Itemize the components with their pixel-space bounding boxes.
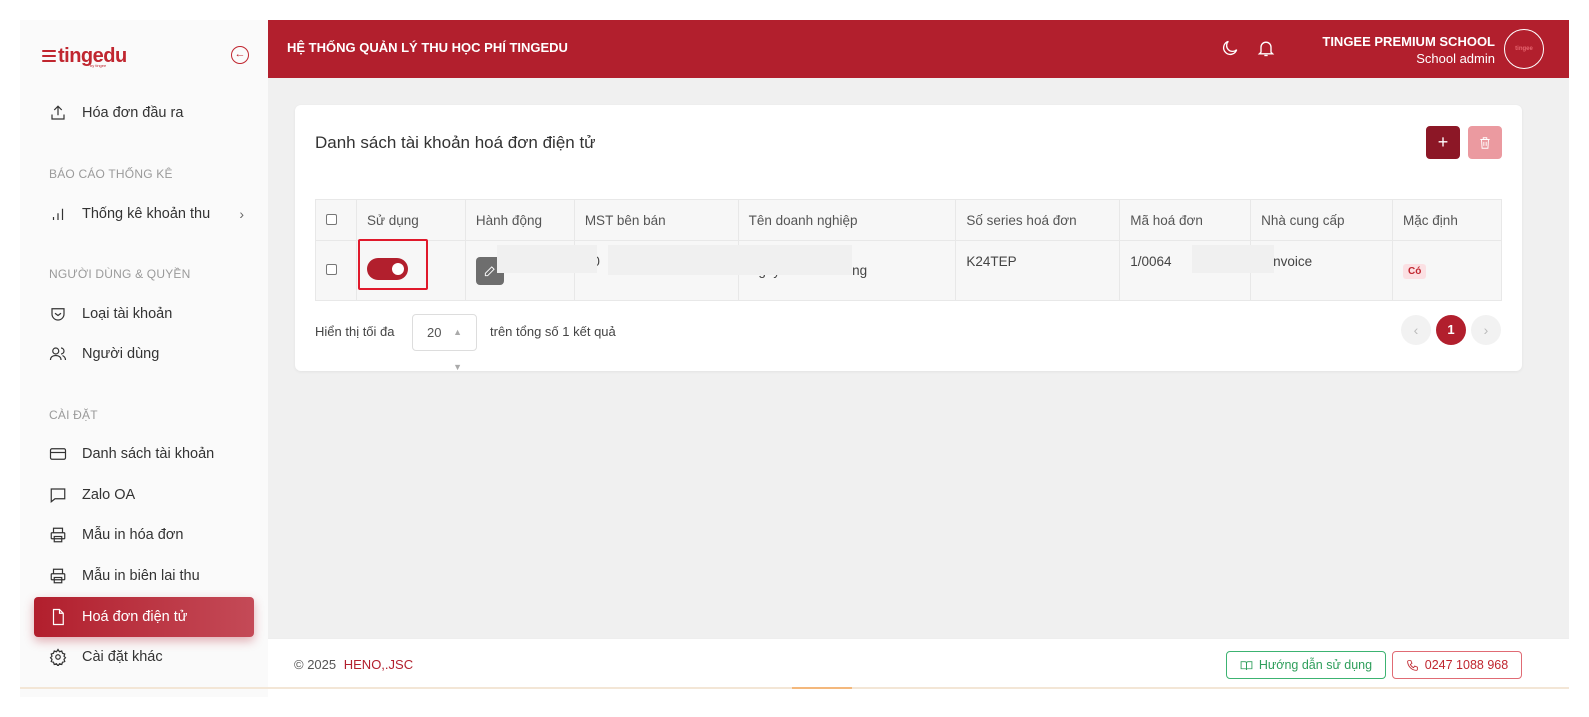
column-header-company-name[interactable]: Tên doanh nghiệp [737, 199, 957, 241]
sidebar-item-revenue-stats[interactable]: Thống kê khoản thu › [34, 195, 254, 233]
chevron-right-icon: › [239, 206, 244, 222]
logo-sub: by tingee [90, 63, 107, 68]
copyright: © 2025 HENO,.JSC [294, 657, 413, 672]
row-checkbox[interactable] [326, 264, 337, 275]
edit-icon [484, 265, 495, 276]
sidebar-item-label: Mẫu in biên lai thu [82, 568, 200, 584]
sidebar-item-label: Người dùng [82, 346, 160, 362]
sidebar-item-label: Mẫu in hóa đơn [82, 527, 184, 543]
total-results-text: trên tổng số 1 kết quả [490, 324, 616, 339]
page-title: Danh sách tài khoản hoá đơn điện tử [315, 133, 596, 152]
bottom-accent [792, 687, 852, 689]
avatar-logo: tingee [1515, 46, 1533, 52]
sidebar-item-label: Thống kê khoản thu [82, 206, 211, 222]
user-guide-label: Hướng dẫn sử dụng [1258, 658, 1373, 672]
collapse-sidebar-icon[interactable]: ← [231, 46, 249, 64]
company-link[interactable]: HENO,.JSC [344, 657, 413, 672]
sidebar: tingedu by tingee ← Hóa đơn đầu ra BÁO C… [20, 20, 268, 697]
sidebar-item-label: Cài đặt khác [82, 649, 163, 665]
printer-icon [48, 566, 68, 586]
gear-icon [48, 647, 68, 667]
default-cell: Có [1392, 240, 1502, 301]
sidebar-item-label: Zalo OA [82, 487, 136, 503]
column-header-invoice-code[interactable]: Mã hoá đơn [1119, 199, 1252, 241]
select-all-checkbox[interactable] [326, 213, 337, 225]
sidebar-item-account-list[interactable]: Danh sách tài khoản [34, 435, 254, 473]
sidebar-item-other-settings[interactable]: Cài đặt khác [34, 638, 254, 676]
avatar[interactable]: tingee [1504, 29, 1544, 69]
bar-chart-icon [48, 204, 68, 224]
redacted-area [608, 245, 852, 275]
shield-icon [48, 304, 68, 324]
logo-mark-icon [42, 50, 56, 62]
row-select-cell [315, 240, 357, 301]
section-label-reports: BÁO CÁO THỐNG KÊ [49, 167, 173, 181]
table-row: 10 Nguyễn Tri Phương K24TEP 1/0064 nvoic… [315, 240, 1502, 301]
page-footer: © 2025 HENO,.JSC Hướng dẫn sử dụng 0247 … [268, 638, 1569, 687]
column-header-in-use[interactable]: Sử dụng [355, 199, 466, 241]
sort-updown-icon: ▲ ▼ [453, 327, 462, 372]
sidebar-item-invoice-print-template[interactable]: Mẫu in hóa đơn [34, 516, 254, 554]
prev-page-button[interactable]: ‹ [1401, 315, 1431, 345]
notification-bell-icon[interactable] [1256, 38, 1276, 58]
page-1-button[interactable]: 1 [1436, 315, 1466, 345]
top-header: HỆ THỐNG QUẢN LÝ THU HỌC PHÍ TINGEDU TIN… [268, 20, 1569, 78]
app-frame: tingedu by tingee ← Hóa đơn đầu ra BÁO C… [20, 20, 1569, 697]
page-size-value: 20 [427, 325, 442, 340]
school-name: TINGEE PREMIUM SCHOOL [1322, 34, 1495, 49]
sidebar-item-label: Hóa đơn đầu ra [82, 105, 184, 121]
page-size-select[interactable]: 20 ▲ ▼ [412, 314, 477, 372]
redacted-area [497, 245, 597, 273]
sidebar-item-users[interactable]: Người dùng [34, 335, 254, 373]
book-icon [1240, 660, 1253, 670]
printer-icon [48, 525, 68, 545]
chat-icon [48, 485, 68, 505]
next-page-button[interactable]: › [1471, 315, 1501, 345]
sidebar-item-zalo-oa[interactable]: Zalo OA [34, 476, 254, 514]
file-icon [48, 607, 68, 627]
table-header-row: Sử dụng Hành động MST bên bán Tên doanh … [315, 199, 1502, 241]
select-all-cell [315, 199, 357, 241]
main-content: Danh sách tài khoản hoá đơn điện tử + Sử… [268, 78, 1569, 638]
trash-icon [1480, 136, 1490, 149]
sidebar-item-account-types[interactable]: Loại tài khoản [34, 295, 254, 333]
column-header-actions[interactable]: Hành động [464, 199, 575, 241]
column-header-invoice-series[interactable]: Số series hoá đơn [955, 199, 1121, 241]
column-header-provider[interactable]: Nhà cung cấp [1250, 199, 1394, 241]
page-size-label: Hiển thị tối đa [315, 324, 395, 339]
default-badge: Có [1403, 264, 1427, 279]
add-button[interactable]: + [1426, 126, 1460, 159]
sidebar-item-receipt-print-template[interactable]: Mẫu in biên lai thu [34, 557, 254, 595]
phone-icon [1406, 659, 1418, 671]
copyright-year: © 2025 [294, 657, 337, 672]
in-use-toggle[interactable] [366, 258, 408, 280]
hotline-button[interactable]: 0247 1088 968 [1392, 651, 1522, 679]
logo[interactable]: tingedu [42, 42, 127, 70]
redacted-area [1192, 245, 1274, 273]
users-icon [48, 344, 68, 364]
column-header-default[interactable]: Mặc định [1392, 199, 1502, 241]
series-cell: K24TEP [955, 240, 1121, 301]
e-invoice-account-card: Danh sách tài khoản hoá đơn điện tử + Sử… [295, 105, 1522, 372]
sidebar-item-label: Danh sách tài khoản [82, 446, 215, 462]
sidebar-item-output-invoice[interactable]: Hóa đơn đầu ra [34, 94, 254, 132]
user-role: School admin [1416, 51, 1495, 66]
e-invoice-account-table: Sử dụng Hành động MST bên bán Tên doanh … [315, 199, 1502, 301]
sidebar-item-e-invoice[interactable]: Hoá đơn điện tử [34, 597, 254, 637]
sidebar-item-label: Hoá đơn điện tử [82, 609, 188, 625]
hotline-label: 0247 1088 968 [1424, 658, 1509, 672]
user-guide-button[interactable]: Hướng dẫn sử dụng [1226, 651, 1386, 679]
upload-icon [48, 103, 68, 123]
section-label-users: NGƯỜI DÙNG & QUYỀN [49, 267, 191, 281]
in-use-cell [355, 240, 466, 301]
dark-mode-moon-icon[interactable] [1220, 38, 1240, 58]
column-header-tax-code[interactable]: MST bên bán [573, 199, 739, 241]
sidebar-item-label: Loại tài khoản [82, 306, 173, 322]
credit-card-icon [48, 444, 68, 464]
system-title: HỆ THỐNG QUẢN LÝ THU HỌC PHÍ TINGEDU [287, 40, 568, 55]
section-label-settings: CÀI ĐẶT [49, 408, 98, 422]
delete-button[interactable] [1468, 126, 1502, 159]
